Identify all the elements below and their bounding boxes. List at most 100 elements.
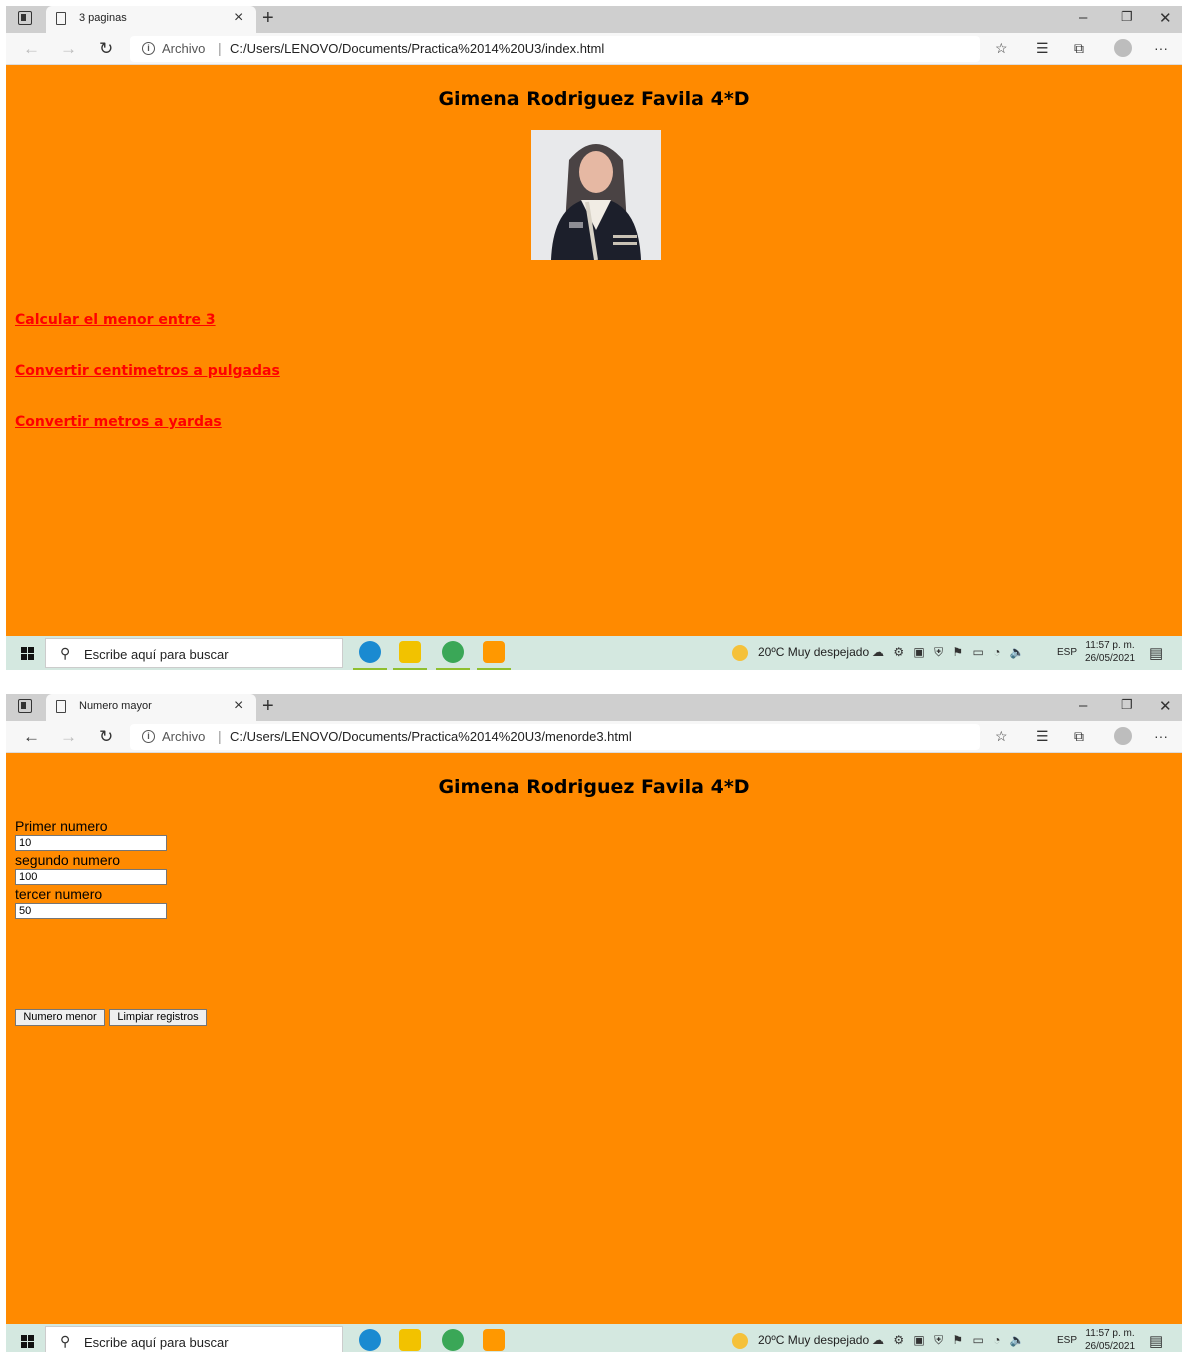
url-scheme: Archivo: [162, 41, 206, 56]
address-input[interactable]: i Archivo | C:/Users/LENOVO/Documents/Pr…: [130, 724, 980, 750]
back-icon[interactable]: ←: [23, 727, 40, 747]
language-indicator[interactable]: ESP: [1057, 647, 1077, 658]
tab-active[interactable]: 3 paginas ×: [46, 6, 256, 33]
chrome-app-icon[interactable]: [442, 1329, 464, 1351]
language-indicator[interactable]: ESP: [1057, 1335, 1077, 1346]
limpiar-registros-button[interactable]: Limpiar registros: [109, 1009, 207, 1026]
label-segundo-numero: segundo numero: [15, 852, 121, 868]
file-explorer-icon[interactable]: [399, 641, 421, 663]
new-tab-icon[interactable]: +: [262, 7, 274, 29]
address-input[interactable]: i Archivo | C:/Users/LENOVO/Documents/Pr…: [130, 36, 980, 62]
weather-text[interactable]: 20ºC Muy despejado: [758, 645, 869, 659]
new-tab-icon[interactable]: +: [262, 695, 274, 717]
person-photo-icon: [531, 130, 661, 260]
close-tab-icon[interactable]: ×: [234, 697, 243, 715]
url-separator: |: [218, 40, 222, 56]
system-tray-icons[interactable]: ☁ ⚙ ▣ ⛨ ⚑ ▭ ◔ 🔈: [872, 645, 1028, 660]
url-separator: |: [218, 728, 222, 744]
search-placeholder: Escribe aquí para buscar: [84, 647, 229, 662]
minimize-icon[interactable]: –: [1079, 9, 1087, 26]
notification-icon[interactable]: ▤: [1149, 644, 1163, 662]
input-primer-numero[interactable]: 10: [15, 835, 167, 851]
input-tercer-numero[interactable]: 50: [15, 903, 167, 919]
explorer-active-indicator: [393, 668, 427, 670]
taskbar-search[interactable]: ⚲ Escribe aquí para buscar: [45, 638, 343, 668]
search-placeholder: Escribe aquí para buscar: [84, 1335, 229, 1350]
clock-time: 11:57 p. m.: [1085, 1328, 1135, 1339]
favorites-list-icon[interactable]: ☰: [1036, 40, 1049, 57]
weather-text[interactable]: 20ºC Muy despejado: [758, 1333, 869, 1347]
tab-bar: Numero mayor × + – ❐ ✕: [6, 694, 1182, 721]
back-icon[interactable]: ←: [23, 39, 40, 59]
clock[interactable]: 11:57 p. m. 26/05/2021: [1085, 1327, 1135, 1352]
file-explorer-icon[interactable]: [399, 1329, 421, 1351]
favorites-list-icon[interactable]: ☰: [1036, 728, 1049, 745]
minimize-icon[interactable]: –: [1079, 697, 1087, 714]
restore-icon[interactable]: ❐: [1121, 9, 1133, 25]
taskbar: ⚲ Escribe aquí para buscar 20ºC Muy desp…: [6, 636, 1182, 670]
clock-time: 11:57 p. m.: [1085, 640, 1135, 651]
close-window-icon[interactable]: ✕: [1159, 697, 1172, 715]
tab-title: 3 paginas: [79, 12, 127, 24]
restore-icon[interactable]: ❐: [1121, 697, 1133, 713]
collections-icon[interactable]: ⧉: [1074, 40, 1084, 57]
sublime-active-indicator: [477, 668, 511, 670]
more-icon[interactable]: ···: [1154, 728, 1168, 744]
refresh-icon[interactable]: ↻: [99, 727, 113, 747]
tab-actions-icon[interactable]: [18, 11, 32, 25]
link-centimetros-pulgadas[interactable]: Convertir centimetros a pulgadas: [15, 363, 280, 379]
clock-date: 26/05/2021: [1085, 1341, 1136, 1352]
collections-icon[interactable]: ⧉: [1074, 728, 1084, 745]
edge-active-indicator: [353, 668, 387, 670]
info-icon[interactable]: i: [142, 42, 155, 55]
address-bar-row: ← → ↻ i Archivo | C:/Users/LENOVO/Docume…: [6, 33, 1182, 65]
system-tray-icons[interactable]: ☁ ⚙ ▣ ⛨ ⚑ ▭ ◔ 🔈: [872, 1333, 1028, 1348]
favorite-icon[interactable]: ☆: [995, 728, 1008, 745]
weather-moon-icon: [732, 1333, 748, 1349]
link-metros-yardas[interactable]: Convertir metros a yardas: [15, 414, 222, 430]
browser-window-menorde3: Numero mayor × + – ❐ ✕ ← → ↻ i Archivo |…: [6, 694, 1182, 1352]
sublime-app-icon[interactable]: [483, 1329, 505, 1351]
windows-start-icon[interactable]: [21, 1335, 34, 1348]
browser-window-index: 3 paginas × + – ❐ ✕ ← → ↻ i Archivo | C:…: [6, 6, 1182, 670]
page-title: Gimena Rodriguez Favila 4*D: [438, 776, 750, 798]
page-title: Gimena Rodriguez Favila 4*D: [438, 88, 750, 110]
edge-app-icon[interactable]: [359, 1329, 381, 1351]
label-tercer-numero: tercer numero: [15, 886, 103, 902]
page-icon: [56, 700, 66, 713]
refresh-icon[interactable]: ↻: [99, 39, 113, 59]
search-icon: ⚲: [60, 1333, 71, 1349]
close-window-icon[interactable]: ✕: [1159, 9, 1172, 27]
tab-actions-icon[interactable]: [18, 699, 32, 713]
notification-icon[interactable]: ▤: [1149, 1332, 1163, 1350]
profile-avatar[interactable]: [1114, 727, 1132, 745]
tab-active[interactable]: Numero mayor ×: [46, 694, 256, 721]
windows-start-icon[interactable]: [21, 647, 34, 660]
forward-icon[interactable]: →: [60, 39, 77, 59]
url-text: C:/Users/LENOVO/Documents/Practica%2014%…: [230, 729, 632, 744]
profile-photo: [531, 130, 661, 260]
chrome-app-icon[interactable]: [442, 641, 464, 663]
link-menor-entre-3[interactable]: Calcular el menor entre 3: [15, 312, 216, 328]
taskbar: ⚲ Escribe aquí para buscar 20ºC Muy desp…: [6, 1324, 1182, 1352]
profile-avatar[interactable]: [1114, 39, 1132, 57]
edge-app-icon[interactable]: [359, 641, 381, 663]
more-icon[interactable]: ···: [1154, 40, 1168, 56]
address-bar-row: ← → ↻ i Archivo | C:/Users/LENOVO/Docume…: [6, 721, 1182, 753]
search-icon: ⚲: [60, 645, 71, 661]
page-icon: [56, 12, 66, 25]
clock[interactable]: 11:57 p. m. 26/05/2021: [1085, 639, 1135, 665]
numero-menor-button[interactable]: Numero menor: [15, 1009, 105, 1026]
forward-icon[interactable]: →: [60, 727, 77, 747]
sublime-app-icon[interactable]: [483, 641, 505, 663]
info-icon[interactable]: i: [142, 730, 155, 743]
tab-title: Numero mayor: [79, 700, 152, 712]
input-segundo-numero[interactable]: 100: [15, 869, 167, 885]
close-tab-icon[interactable]: ×: [234, 9, 243, 27]
label-primer-numero: Primer numero: [15, 818, 108, 834]
favorite-icon[interactable]: ☆: [995, 40, 1008, 57]
chrome-active-indicator: [436, 668, 470, 670]
taskbar-search[interactable]: ⚲ Escribe aquí para buscar: [45, 1326, 343, 1352]
url-text: C:/Users/LENOVO/Documents/Practica%2014%…: [230, 41, 605, 56]
clock-date: 26/05/2021: [1085, 653, 1136, 664]
